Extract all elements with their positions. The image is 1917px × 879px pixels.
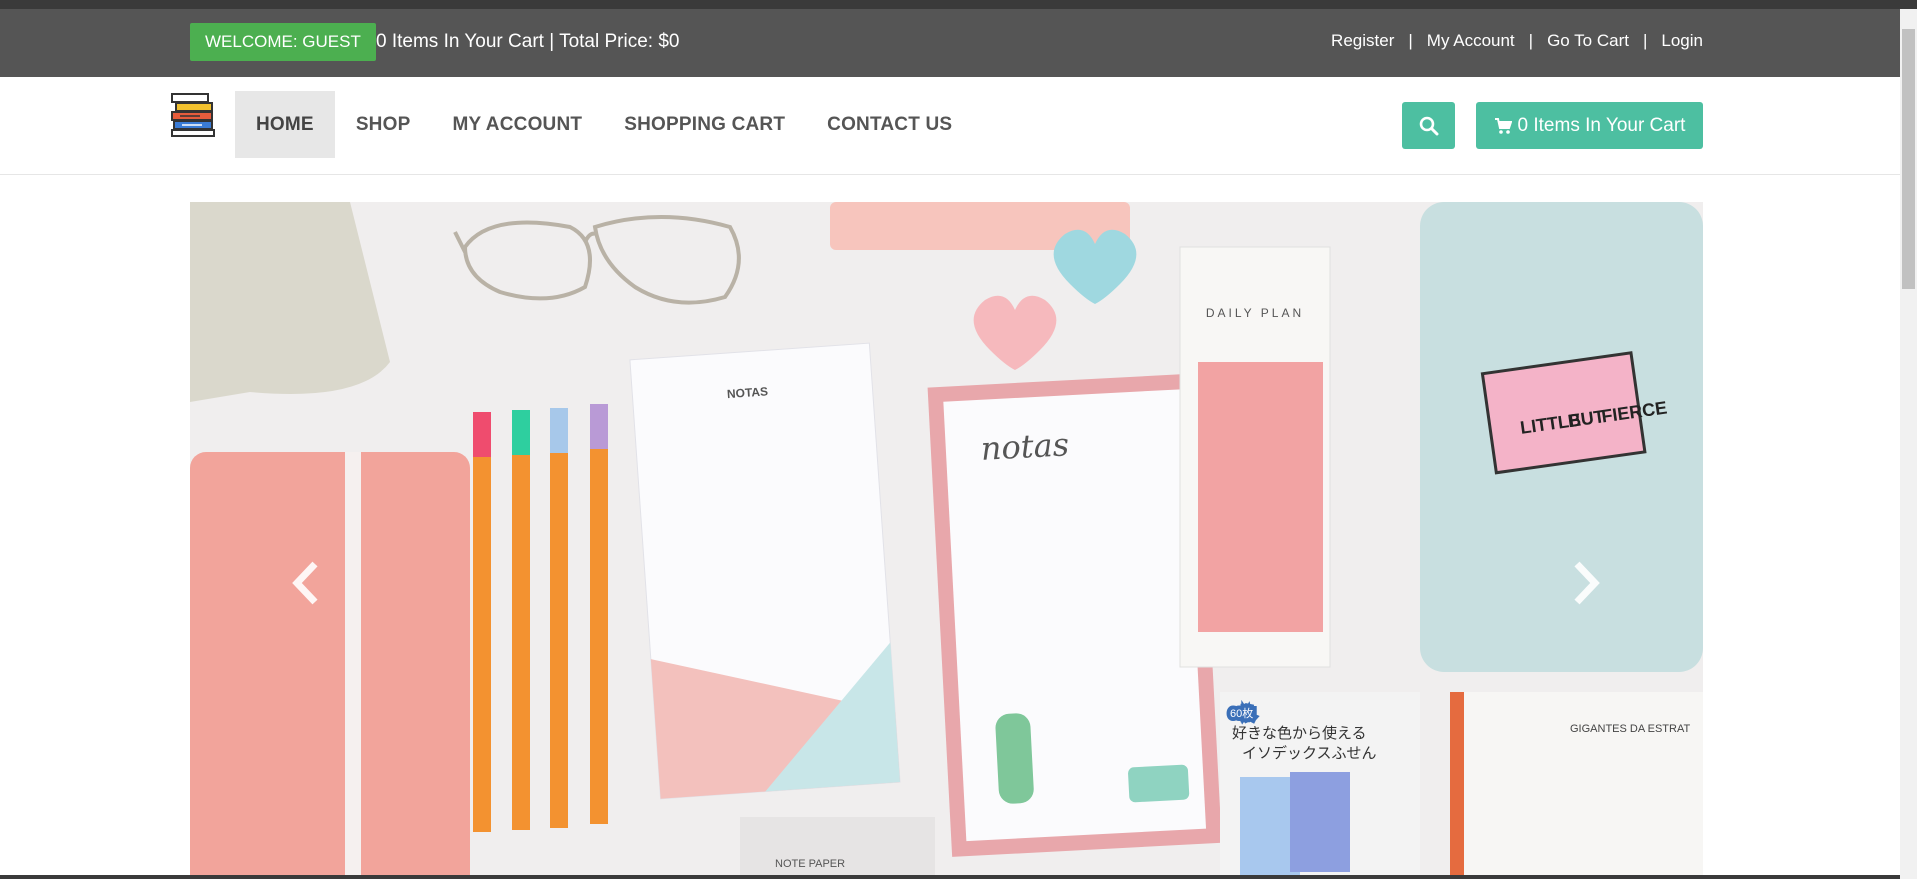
main-nav: HOME SHOP MY ACCOUNT SHOPPING CART CONTA…: [235, 91, 973, 158]
main-navbar: HOME SHOP MY ACCOUNT SHOPPING CART CONTA…: [0, 77, 1917, 175]
nav-shopping-cart[interactable]: SHOPPING CART: [603, 91, 806, 158]
search-button[interactable]: [1402, 102, 1455, 149]
sticky-jp-2: イソデックスふせん: [1242, 744, 1377, 762]
notepad-1-label: NOTAS: [726, 384, 768, 401]
cart-button[interactable]: 0 Items In Your Cart: [1476, 102, 1703, 149]
chevron-left-icon: [292, 561, 318, 605]
chevron-right-icon: [1574, 561, 1600, 605]
window-top-edge: [0, 0, 1917, 9]
sticky-count: 60枚: [1230, 706, 1253, 720]
page-scrollbar[interactable]: [1900, 9, 1917, 879]
separator: |: [1528, 31, 1534, 50]
daily-plan-label: DAILY PLAN: [1206, 306, 1304, 320]
nav-contact-us[interactable]: CONTACT US: [806, 91, 973, 158]
login-link[interactable]: Login: [1661, 31, 1703, 51]
cart-button-label: 0 Items In Your Cart: [1517, 114, 1686, 136]
carousel-prev-button[interactable]: [286, 558, 326, 608]
welcome-badge: WELCOME: GUEST: [190, 23, 376, 61]
book-title: GIGANTES DA ESTRAT: [1570, 723, 1690, 735]
separator: |: [1408, 31, 1413, 50]
logo[interactable]: [170, 90, 216, 138]
carousel-next-button[interactable]: [1566, 558, 1606, 608]
sticky-jp-1: 好きな色から使える: [1232, 725, 1367, 742]
separator: |: [1642, 31, 1648, 50]
nav-shop[interactable]: SHOP: [335, 91, 432, 158]
nav-home[interactable]: HOME: [235, 91, 335, 158]
hero-carousel: NOTAS notas DAILY PLAN LITTLE BUT FIERCE…: [190, 202, 1703, 879]
cart-summary: 0 Items In Your Cart | Total Price: $0: [376, 31, 680, 52]
search-icon: [1419, 116, 1438, 135]
bottom-pad-label: NOTE PAPER: [775, 858, 845, 870]
window-bottom-edge: [0, 875, 1900, 879]
books-logo-icon: [171, 93, 215, 137]
register-link[interactable]: Register: [1331, 31, 1394, 51]
my-account-link[interactable]: My Account: [1427, 31, 1515, 51]
top-links: Register | My Account | Go To Cart | Log…: [1331, 31, 1703, 51]
top-bar: WELCOME: GUEST 0 Items In Your Cart | To…: [0, 9, 1917, 77]
notepad-2-label: notas: [980, 425, 1070, 468]
scrollbar-thumb[interactable]: [1902, 29, 1915, 289]
nav-my-account[interactable]: MY ACCOUNT: [431, 91, 603, 158]
shopping-cart-icon: [1494, 117, 1512, 134]
go-to-cart-link[interactable]: Go To Cart: [1547, 31, 1629, 51]
carousel-slide-image: NOTAS notas DAILY PLAN LITTLE BUT FIERCE…: [190, 202, 1703, 879]
